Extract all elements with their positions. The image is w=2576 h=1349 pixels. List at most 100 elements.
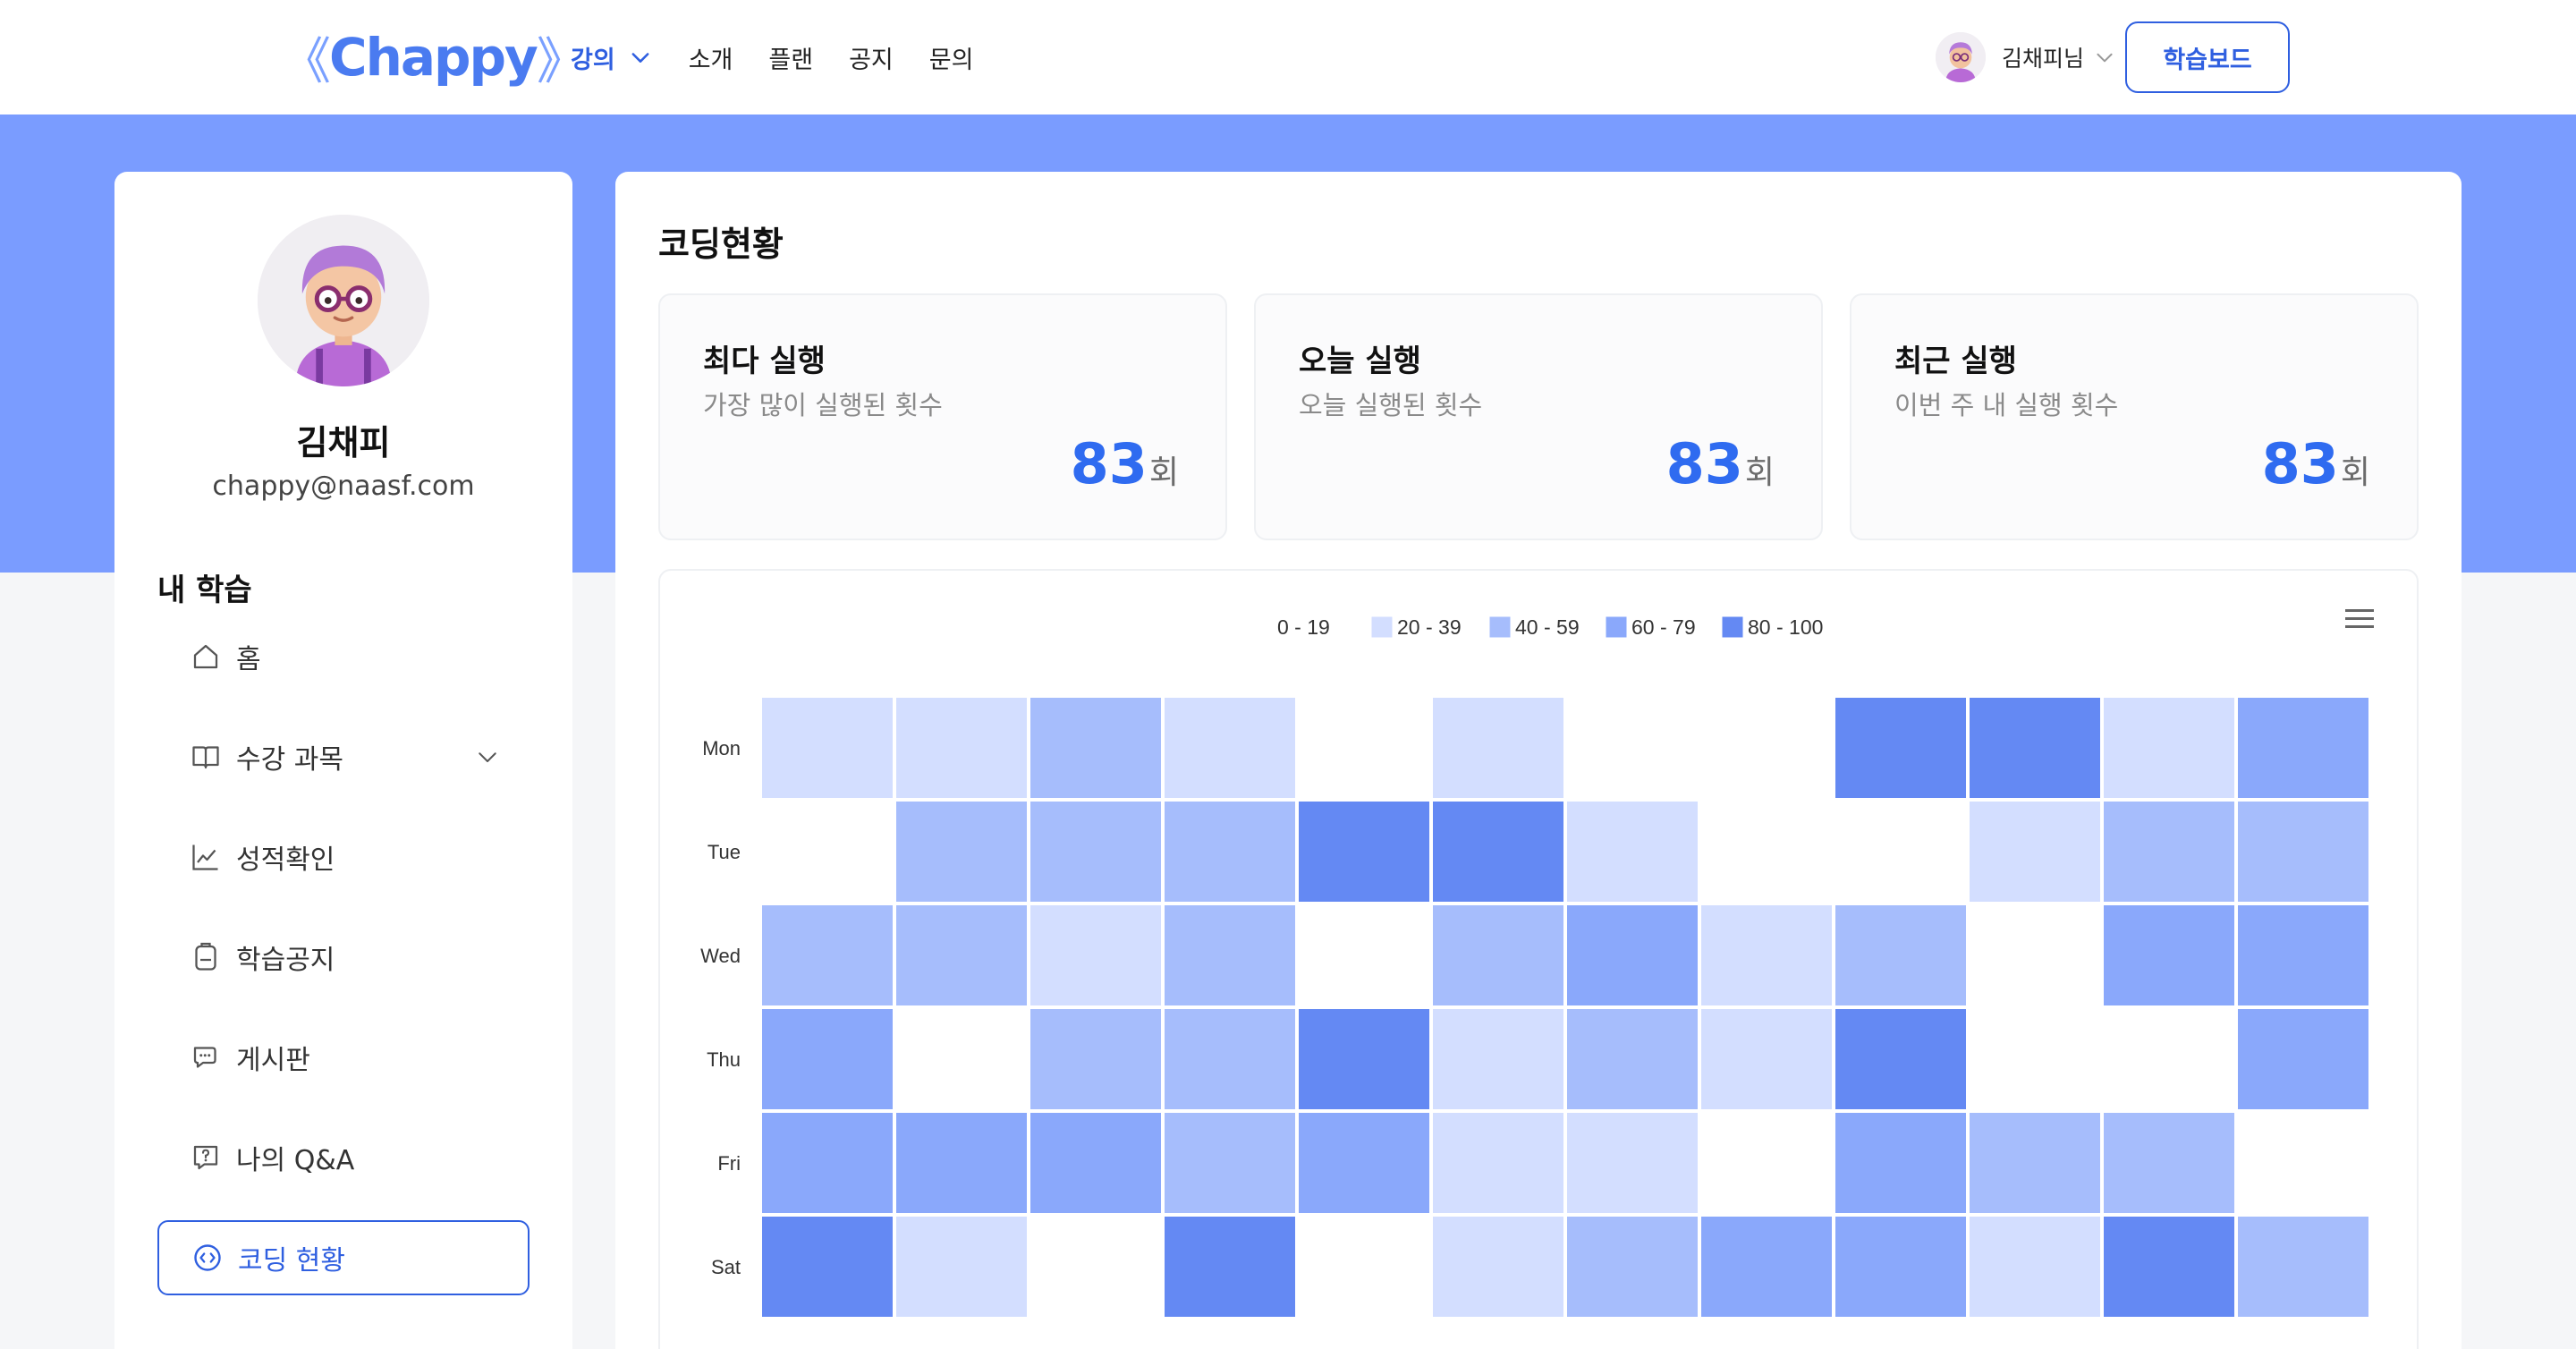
heatmap-cell[interactable] [1698, 1109, 1835, 1217]
sidebar-menu: 홈 수강 과목 성적확인 학습공지 게시판 나의 Q&A 코딩 현황 [157, 619, 530, 1320]
heatmap-cell[interactable] [1429, 694, 1567, 802]
row-label: Wed [700, 945, 741, 967]
heatmap-cell[interactable] [1832, 1213, 1970, 1320]
heatmap-cell[interactable] [758, 798, 896, 905]
heatmap-cell[interactable] [1429, 1213, 1567, 1320]
heatmap-cell[interactable] [1698, 798, 1835, 905]
user-menu[interactable]: 김채피님 [1936, 27, 2116, 88]
stat-title: 최다 실행 [703, 344, 826, 379]
heatmap-cell[interactable] [1161, 798, 1299, 905]
heatmap-cell[interactable] [758, 902, 896, 1009]
sidebar-item-board[interactable]: 게시판 [157, 1020, 530, 1095]
learning-board-button[interactable]: 학습보드 [2125, 21, 2290, 93]
heatmap-cell[interactable] [1429, 1005, 1567, 1113]
heatmap-cell[interactable] [1966, 1005, 2104, 1113]
heatmap-cell[interactable] [1429, 902, 1567, 1009]
heatmap-cell[interactable] [758, 1213, 896, 1320]
heatmap-cell[interactable] [1966, 1109, 2104, 1217]
heatmap-cell[interactable] [758, 694, 896, 802]
sidebar-item-qna[interactable]: 나의 Q&A [157, 1120, 530, 1195]
heatmap-cell[interactable] [2234, 1213, 2372, 1320]
heatmap-cell[interactable] [1966, 1213, 2104, 1320]
sidebar-item-home[interactable]: 홈 [157, 619, 530, 694]
heatmap-cell[interactable] [1429, 798, 1567, 905]
legend-swatch[interactable] [1371, 616, 1393, 638]
heatmap-cell[interactable] [1027, 1005, 1165, 1113]
heatmap-cell[interactable] [1832, 1005, 1970, 1113]
heatmap-cell[interactable] [1027, 694, 1165, 802]
heatmap-cell[interactable] [893, 1109, 1030, 1217]
heatmap-cell[interactable] [2100, 694, 2238, 802]
sidebar-item-courses[interactable]: 수강 과목 [157, 719, 530, 794]
heatmap-cell[interactable] [1295, 694, 1433, 802]
heatmap-cell[interactable] [1161, 902, 1299, 1009]
legend-swatch[interactable] [1606, 616, 1627, 638]
heatmap-cell[interactable] [1832, 902, 1970, 1009]
row-label: Thu [707, 1048, 741, 1071]
heatmap-cell[interactable] [1832, 694, 1970, 802]
heatmap-cell[interactable] [1161, 1213, 1299, 1320]
sidebar-item-study-notice[interactable]: 학습공지 [157, 920, 530, 995]
heatmap-cell[interactable] [1563, 902, 1701, 1009]
heatmap-cell[interactable] [1295, 1005, 1433, 1113]
heatmap-cell[interactable] [1698, 1005, 1835, 1113]
heatmap-cell[interactable] [1966, 902, 2104, 1009]
stat-unit: 회 [2340, 454, 2370, 491]
heatmap-cell[interactable] [2100, 1005, 2238, 1113]
sidebar-item-coding-status[interactable]: 코딩 현황 [157, 1220, 530, 1295]
heatmap-cell[interactable] [1563, 1005, 1701, 1113]
heatmap-cell[interactable] [2234, 1109, 2372, 1217]
sidebar-item-grades[interactable]: 성적확인 [157, 819, 530, 895]
heatmap-cell[interactable] [1027, 1213, 1165, 1320]
heatmap-cell[interactable] [1161, 1005, 1299, 1113]
heatmap-cell[interactable] [893, 1213, 1030, 1320]
heatmap-cell[interactable] [758, 1005, 896, 1113]
heatmap-cell[interactable] [1563, 694, 1701, 802]
heatmap-cell[interactable] [1563, 798, 1701, 905]
legend-swatch[interactable] [1722, 616, 1743, 638]
heatmap-cell[interactable] [1832, 1109, 1970, 1217]
logo[interactable]: 《 Chappy 》 [281, 25, 587, 91]
legend-swatch[interactable] [1489, 616, 1511, 638]
heatmap-cell[interactable] [893, 1005, 1030, 1113]
heatmap-cell[interactable] [893, 694, 1030, 802]
stat-subtitle: 오늘 실행된 횟수 [1299, 390, 1483, 420]
nav-item-notice[interactable]: 공지 [849, 40, 894, 75]
heatmap-cell[interactable] [1698, 1213, 1835, 1320]
menu-icon[interactable] [2343, 607, 2376, 632]
heatmap-cell[interactable] [1698, 902, 1835, 1009]
heatmap-cell[interactable] [1698, 694, 1835, 802]
heatmap-cell[interactable] [1027, 1109, 1165, 1217]
heatmap-cell[interactable] [1027, 798, 1165, 905]
nav-item-inquiry[interactable]: 문의 [929, 40, 974, 75]
heatmap-cell[interactable] [2234, 1005, 2372, 1113]
heatmap-cell[interactable] [1832, 798, 1970, 905]
heatmap-cell[interactable] [1563, 1109, 1701, 1217]
heatmap-cell[interactable] [2100, 1109, 2238, 1217]
heatmap-cell[interactable] [893, 902, 1030, 1009]
heatmap-cell[interactable] [1295, 1213, 1433, 1320]
heatmap-cell[interactable] [1027, 902, 1165, 1009]
heatmap-cell[interactable] [1295, 902, 1433, 1009]
heatmap-cell[interactable] [1563, 1213, 1701, 1320]
heatmap-cell[interactable] [2234, 902, 2372, 1009]
nav-item-intro[interactable]: 소개 [689, 40, 733, 75]
heatmap-cell[interactable] [2100, 902, 2238, 1009]
heatmap-cell[interactable] [1295, 798, 1433, 905]
heatmap-cell[interactable] [758, 1109, 896, 1217]
heatmap-cell[interactable] [1161, 1109, 1299, 1217]
heatmap-cell[interactable] [1161, 694, 1299, 802]
heatmap-cell[interactable] [2100, 798, 2238, 905]
heatmap-cell[interactable] [1295, 1109, 1433, 1217]
heatmap-cell[interactable] [893, 798, 1030, 905]
heatmap-cell[interactable] [1429, 1109, 1567, 1217]
heatmap-cell[interactable] [1966, 694, 2104, 802]
nav-item-lecture[interactable]: 강의 [571, 40, 653, 75]
heatmap-cell[interactable] [2234, 798, 2372, 905]
stat-card-max-runs: 최다 실행 가장 많이 실행된 횟수 83 회 [658, 293, 1227, 540]
heatmap-cell[interactable] [2100, 1213, 2238, 1320]
nav-item-plan[interactable]: 플랜 [768, 40, 813, 75]
heatmap-cell[interactable] [2234, 694, 2372, 802]
legend-swatch[interactable] [1251, 616, 1273, 638]
heatmap-cell[interactable] [1966, 798, 2104, 905]
